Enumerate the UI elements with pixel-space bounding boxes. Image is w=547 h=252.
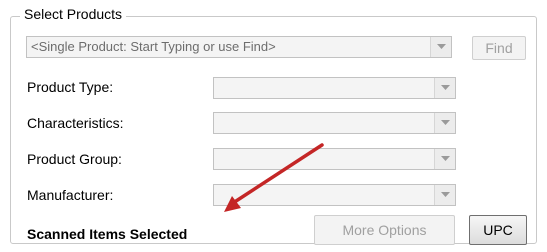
product-group-select[interactable] (213, 148, 456, 170)
group-title: Select Products (20, 6, 127, 22)
scanned-items-label: Scanned Items Selected (27, 226, 188, 242)
chevron-down-icon[interactable] (434, 149, 455, 169)
product-type-select[interactable] (213, 77, 456, 99)
chevron-down-icon[interactable] (430, 37, 451, 57)
product-group-label: Product Group: (27, 151, 122, 167)
single-product-combo[interactable]: <Single Product: Start Typing or use Fin… (26, 36, 452, 58)
find-button[interactable]: Find (472, 36, 526, 60)
chevron-down-icon[interactable] (434, 113, 455, 133)
chevron-down-icon[interactable] (434, 78, 455, 98)
characteristics-label: Characteristics: (27, 115, 124, 131)
manufacturer-label: Manufacturer: (27, 187, 114, 203)
characteristics-select[interactable] (213, 112, 456, 134)
single-product-text: <Single Product: Start Typing or use Fin… (31, 39, 276, 54)
manufacturer-select[interactable] (213, 184, 456, 206)
product-type-label: Product Type: (27, 79, 114, 95)
chevron-down-icon[interactable] (434, 185, 455, 205)
upc-button[interactable]: UPC (469, 215, 527, 245)
more-options-button[interactable]: More Options (314, 215, 455, 245)
